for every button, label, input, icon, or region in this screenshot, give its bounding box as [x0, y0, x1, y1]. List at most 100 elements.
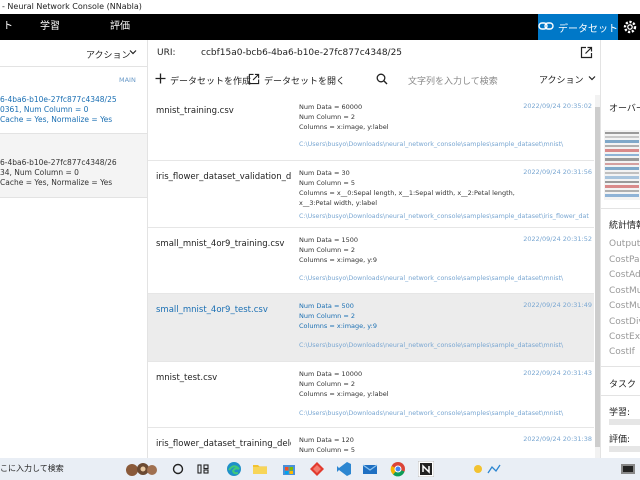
widgets-icon[interactable] — [195, 461, 211, 477]
dataset-row[interactable]: mnist_test.csv Num Data = 10000 Num Colu… — [148, 362, 594, 428]
uri-bar: URI: ccbf15a0-bcb6-4ba6-b10e-27fc877c434… — [148, 40, 600, 67]
dataset-name: iris_flower_dataset_validation_delo.csv — [156, 172, 291, 182]
open-dataset-button[interactable]: データセットを開く — [248, 73, 345, 88]
search-icon[interactable] — [376, 73, 388, 85]
app-diamond-icon[interactable] — [309, 461, 325, 477]
open-external-icon — [248, 73, 260, 88]
project-line: 34, Num Column = 0 — [0, 168, 79, 177]
dataset-path: C:\Users\busyo\Downloads\neural_network_… — [299, 342, 564, 349]
store-icon[interactable] — [281, 461, 297, 477]
create-dataset-button[interactable]: データセットを作成 — [155, 73, 251, 87]
meta-line: Num Column = 2 — [299, 380, 355, 388]
dataset-row[interactable]: iris_flower_dataset_training_delo.csv Nu… — [148, 428, 594, 458]
project-panel-header: アクション — [0, 40, 147, 67]
project-panel: アクション MAIN 6-4ba6-b10e-27fc877c4348/25 0… — [0, 40, 148, 458]
menu-training[interactable]: 学習 — [40, 14, 60, 40]
project-action-menu[interactable]: アクション — [86, 48, 131, 61]
stat-item: CostDiv — [609, 317, 640, 327]
task-title: タスク — [609, 380, 637, 390]
evaluation-progress-bar — [609, 446, 640, 452]
stat-item: CostMu — [609, 286, 640, 296]
dataset-list: mnist_training.csv Num Data = 60000 Num … — [148, 95, 594, 458]
meta-line: Num Column = 5 — [299, 446, 355, 454]
menu-edit[interactable]: ト — [3, 14, 13, 40]
plus-icon — [155, 73, 166, 87]
dataset-tab-label: データセット — [558, 23, 618, 35]
dataset-row-selected[interactable]: small_mnist_4or9_test.csv Num Data = 500… — [148, 294, 594, 362]
meta-line: Columns = x:image, y:label — [299, 123, 389, 131]
link-icon — [538, 20, 554, 35]
project-line: 0361, Num Column = 0 — [0, 105, 89, 114]
search-input[interactable]: 文字列を入力して検索 — [408, 74, 498, 87]
stat-item: CostAdd — [609, 270, 640, 280]
project-line: Cache = Yes, Normalize = Yes — [0, 115, 113, 124]
uri-label: URI: — [157, 48, 176, 58]
open-external-icon[interactable] — [580, 46, 593, 62]
chrome-icon[interactable] — [390, 461, 406, 477]
dataset-name: iris_flower_dataset_training_delo.csv — [156, 439, 291, 449]
nnc-app-icon[interactable] — [417, 460, 435, 478]
dataset-tab[interactable]: データセット — [538, 14, 618, 40]
notification-icon[interactable] — [618, 461, 638, 477]
meta-line: Num Column = 5 — [299, 179, 355, 187]
file-explorer-icon[interactable] — [252, 461, 268, 477]
dataset-date: 2022/09/24 20:35:02 — [523, 102, 592, 110]
mail-icon[interactable] — [362, 461, 378, 477]
dataset-name: mnist_test.csv — [156, 373, 218, 383]
dataset-row[interactable]: mnist_training.csv Num Data = 60000 Num … — [148, 95, 594, 161]
project-line: Cache = Yes, Normalize = Yes — [0, 178, 113, 187]
window-title-bar: - Neural Network Console (NNabla) — [0, 0, 640, 14]
dataset-path: C:\Users\busyo\Downloads\neural_network_… — [299, 213, 589, 220]
meta-line: Columns = x:image, y:9 — [299, 322, 377, 330]
search-highlight-icon[interactable] — [124, 461, 158, 477]
main-menu-bar: ト 学習 評価 データセット — [0, 14, 640, 40]
dataset-toolbar: データセットを作成 データセットを開く 文字列を入力して検索 アクション — [148, 67, 600, 93]
dataset-list-panel: URI: ccbf15a0-bcb6-4ba6-b10e-27fc877c434… — [148, 40, 600, 458]
training-progress-bar — [609, 419, 640, 425]
open-dataset-label: データセットを開く — [264, 77, 346, 87]
overview-title: オーバービ — [609, 104, 640, 114]
dataset-path: C:\Users\busyo\Downloads\neural_network_… — [299, 275, 564, 282]
dataset-preview-thumbnail — [604, 130, 640, 200]
dataset-action-menu[interactable]: アクション — [539, 73, 596, 86]
meta-line: Num Column = 2 — [299, 312, 355, 320]
create-dataset-label: データセットを作成 — [170, 76, 252, 87]
dataset-row[interactable]: iris_flower_dataset_validation_delo.csv … — [148, 161, 594, 228]
menu-evaluation[interactable]: 評価 — [110, 14, 130, 40]
dataset-name: small_mnist_4or9_test.csv — [156, 305, 268, 315]
stats-title: 統計情報 — [609, 221, 640, 231]
gear-icon[interactable] — [620, 14, 640, 40]
dataset-name: mnist_training.csv — [156, 106, 234, 116]
windows-taskbar: こに入力して検索 — [0, 458, 640, 480]
vscode-icon[interactable] — [336, 461, 352, 477]
stat-item: Output — [609, 239, 640, 249]
task-view-icon[interactable] — [170, 461, 186, 477]
meta-line: Num Column = 2 — [299, 246, 355, 254]
dataset-date: 2022/09/24 20:31:38 — [523, 435, 592, 443]
weather-chart-icon[interactable] — [470, 461, 510, 477]
project-line: 6-4ba6-b10e-27fc877c4348/26 — [0, 158, 117, 167]
edge-browser-icon[interactable] — [226, 461, 242, 477]
project-line: 6-4ba6-b10e-27fc877c4348/25 — [0, 95, 117, 104]
chevron-down-icon — [588, 74, 596, 85]
uri-value: ccbf15a0-bcb6-4ba6-b10e-27fc877c4348/25 — [201, 48, 403, 58]
divider — [601, 395, 640, 396]
stat-item: CostExp — [609, 332, 640, 342]
main-badge: MAIN — [119, 76, 136, 84]
stat-item: CostIf — [609, 347, 635, 357]
project-item[interactable]: 6-4ba6-b10e-27fc877c4348/26 34, Num Colu… — [0, 134, 147, 198]
meta-line: Columns = x:image, y:9 — [299, 256, 377, 264]
chevron-down-icon[interactable] — [129, 48, 137, 59]
meta-line: x__3:Petal width, y:label — [299, 199, 378, 207]
stat-item: CostPara — [609, 255, 640, 265]
divider — [601, 366, 640, 367]
window-title: - Neural Network Console (NNabla) — [2, 2, 142, 11]
project-item-main[interactable]: MAIN 6-4ba6-b10e-27fc877c4348/25 0361, N… — [0, 71, 147, 134]
task-evaluation-label: 評価: — [609, 435, 631, 445]
dataset-date: 2022/09/24 20:31:56 — [523, 168, 592, 176]
meta-line: Columns = x:image, y:label — [299, 390, 389, 398]
stat-item: CostMu — [609, 301, 640, 311]
project-details: 6-4ba6-b10e-27fc877c4348/25 0361, Num Co… — [0, 95, 117, 125]
dataset-path: C:\Users\busyo\Downloads\neural_network_… — [299, 141, 564, 148]
dataset-row[interactable]: small_mnist_4or9_training.csv Num Data =… — [148, 228, 594, 294]
